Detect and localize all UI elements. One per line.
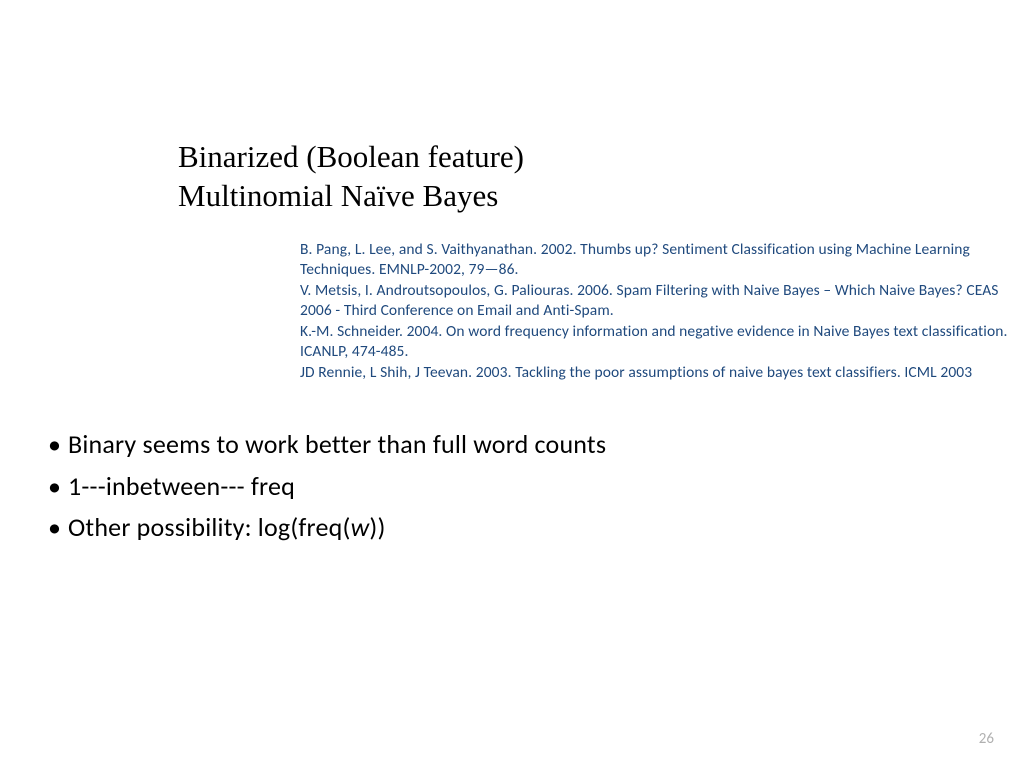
bullet-item: Other possibility: log(freq(w)) [48,507,606,549]
bullet-text-suffix: )) [369,511,385,543]
title-line-1: Binarized (Boolean feature) [178,138,524,177]
bullet-text-variable: w [351,511,370,543]
content-bullets: Binary seems to work better than full wo… [48,424,606,549]
title-line-2: Multinomial Naïve Bayes [178,177,524,216]
reference-item: JD Rennie, L Shih, J Teevan. 2003. Tackl… [300,363,1014,383]
slide-title: Binarized (Boolean feature) Multinomial … [178,138,524,216]
bullet-item: Binary seems to work better than full wo… [48,424,606,466]
reference-item: B. Pang, L. Lee, and S. Vaithyanathan. 2… [300,240,1014,281]
bullet-item: 1---inbetween--- freq [48,466,606,508]
reference-item: K.-M. Schneider. 2004. On word frequency… [300,322,1014,363]
bullet-text-prefix: Other possibility: log(freq( [68,511,351,543]
page-number: 26 [979,730,994,748]
references: B. Pang, L. Lee, and S. Vaithyanathan. 2… [300,240,1014,383]
reference-item: V. Metsis, I. Androutsopoulos, G. Paliou… [300,281,1014,322]
